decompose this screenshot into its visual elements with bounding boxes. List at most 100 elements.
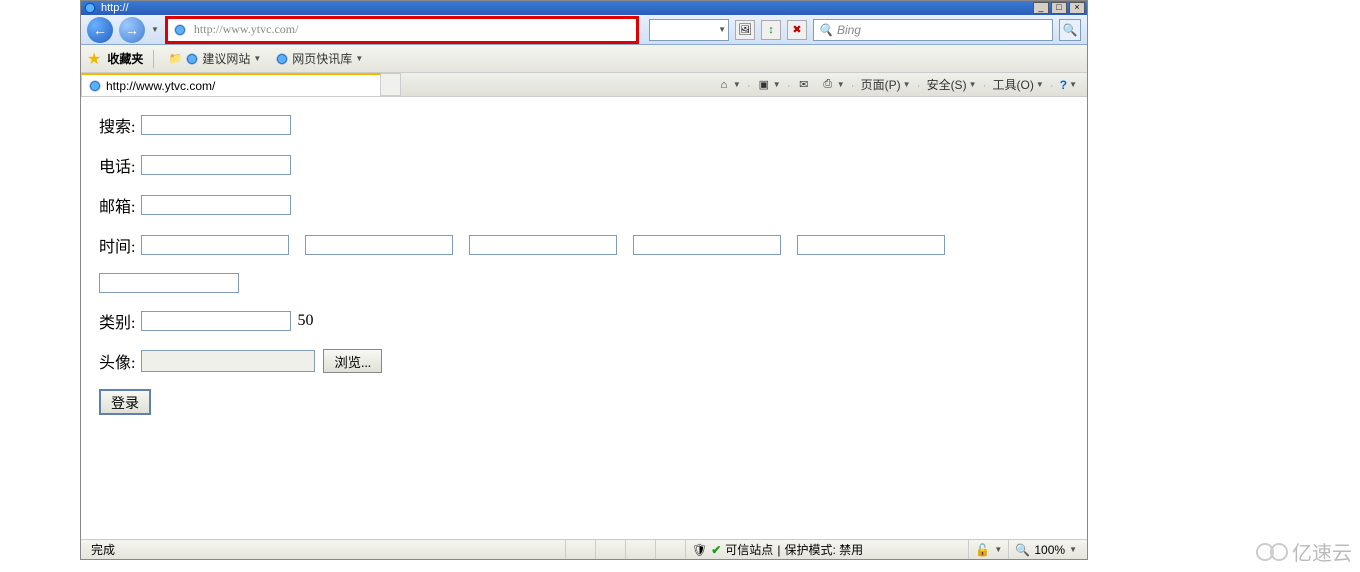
rss-button[interactable]: ▣▼ — [753, 76, 785, 94]
title-text: http:// — [101, 2, 129, 14]
menu-label: 页面(P) — [861, 76, 901, 93]
favorites-star-icon[interactable]: ★ — [87, 49, 101, 69]
shield-icon: 🛡 — [692, 543, 707, 557]
forward-button[interactable]: → — [119, 17, 145, 43]
chevron-down-icon: ▼ — [253, 54, 261, 63]
fav-item-label: 网页快讯库 — [292, 50, 352, 67]
label-search: 搜索: — [99, 113, 135, 137]
file-upload: 浏览... — [141, 349, 382, 373]
tab-title: http://www.ytvc.com/ — [106, 79, 215, 93]
zoom-value: 100% — [1034, 543, 1065, 557]
browse-button[interactable]: 浏览... — [323, 349, 382, 373]
address-input[interactable] — [192, 19, 636, 41]
home-icon: ⌂ — [717, 78, 731, 92]
maximize-button[interactable]: □ — [1051, 2, 1067, 14]
ie-logo-icon — [83, 1, 97, 15]
chevron-down-icon: ▼ — [1069, 545, 1077, 554]
page-menu[interactable]: 页面(P) ▼ — [857, 74, 915, 95]
page-icon — [172, 22, 188, 38]
new-tab-button[interactable] — [381, 73, 401, 96]
label-avatar: 头像: — [99, 349, 135, 373]
window-buttons: _ □ × — [1033, 2, 1085, 14]
status-empty-4 — [655, 540, 685, 559]
folder-icon: 📁 — [168, 52, 182, 66]
refresh-icon[interactable]: ↕ — [761, 20, 781, 40]
row-time: 时间: — [99, 233, 1069, 257]
row-search: 搜索: — [99, 113, 1069, 137]
title-bar: http:// _ □ × — [81, 1, 1087, 15]
status-empty-1 — [565, 540, 595, 559]
status-done: 完成 — [85, 540, 565, 559]
ie-icon — [88, 79, 102, 93]
search-icon: 🔍 — [818, 23, 833, 37]
trusted-text: 可信站点 — [725, 541, 773, 558]
fav-web-slices[interactable]: 网页快讯库 ▼ — [271, 48, 367, 69]
page-content: 搜索: 电话: 邮箱: 时间: 类别: 50 头像: — [81, 97, 1087, 539]
chevron-down-icon: ▼ — [355, 54, 363, 63]
category-suffix: 50 — [297, 312, 313, 330]
print-icon: ⎙ — [821, 78, 835, 92]
favorites-label: 收藏夹 — [107, 50, 143, 67]
print-button[interactable]: ⎙▼ — [817, 76, 849, 94]
input-time-1[interactable] — [141, 235, 289, 255]
nav-history-dropdown[interactable]: ▼ — [151, 25, 159, 34]
status-popup[interactable]: 🔓▼ — [968, 540, 1008, 559]
input-time-4[interactable] — [633, 235, 781, 255]
fav-suggested-sites[interactable]: 📁 建议网站 ▼ — [164, 48, 265, 69]
tab-active[interactable]: http://www.ytvc.com/ — [81, 73, 381, 96]
watermark: 亿速云 — [1256, 537, 1352, 566]
stop-icon[interactable]: ✖ — [787, 20, 807, 40]
zoom-icon: 🔍 — [1015, 543, 1030, 557]
fav-item-label: 建议网站 — [202, 50, 250, 67]
row-category: 类别: 50 — [99, 309, 1069, 333]
compat-view-icon[interactable]: 🖼 — [735, 20, 755, 40]
submit-button[interactable]: 登录 — [99, 389, 151, 415]
row-phone: 电话: — [99, 153, 1069, 177]
label-email: 邮箱: — [99, 193, 135, 217]
menu-label: 工具(O) — [992, 76, 1033, 93]
nav-bar: ← → ▼ ▼ 🖼 ↕ ✖ 🔍 Bing 🔍 — [81, 15, 1087, 45]
label-time: 时间: — [99, 233, 135, 257]
check-icon: ✔ — [711, 543, 721, 557]
separator — [153, 50, 154, 68]
help-icon: ? — [1060, 78, 1067, 92]
ie-window: http:// _ □ × ← → ▼ ▼ 🖼 ↕ ✖ 🔍 Bing 🔍 ★ 收… — [80, 0, 1088, 560]
input-time-5[interactable] — [797, 235, 945, 255]
input-search[interactable] — [141, 115, 291, 135]
status-empty-2 — [595, 540, 625, 559]
row-avatar: 头像: 浏览... — [99, 349, 1069, 373]
search-go-button[interactable]: 🔍 — [1059, 19, 1081, 41]
separator: | — [777, 543, 780, 557]
row-email: 邮箱: — [99, 193, 1069, 217]
status-bar: 完成 🛡 ✔ 可信站点 | 保护模式: 禁用 🔓▼ 🔍 100% ▼ — [81, 539, 1087, 559]
command-bar: ⌂▼ · ▣▼ · ✉ ⎙▼ · 页面(P) ▼ · 安全(S) ▼ · 工具(… — [713, 73, 1087, 96]
close-button[interactable]: × — [1069, 2, 1085, 14]
minimize-button[interactable]: _ — [1033, 2, 1049, 14]
search-placeholder: Bing — [837, 23, 861, 37]
status-zoom[interactable]: 🔍 100% ▼ — [1008, 540, 1083, 559]
input-phone[interactable] — [141, 155, 291, 175]
row-submit: 登录 — [99, 389, 1069, 415]
safety-menu[interactable]: 安全(S) ▼ — [923, 74, 981, 95]
search-box[interactable]: 🔍 Bing — [813, 19, 1053, 41]
mail-icon: ✉ — [797, 78, 811, 92]
watermark-text: 亿速云 — [1292, 537, 1352, 566]
home-button[interactable]: ⌂▼ — [713, 76, 745, 94]
input-time-2[interactable] — [305, 235, 453, 255]
tools-menu[interactable]: 工具(O) ▼ — [988, 74, 1047, 95]
status-zone: 🛡 ✔ 可信站点 | 保护模式: 禁用 — [685, 540, 968, 559]
address-dropdown[interactable]: ▼ — [649, 19, 729, 41]
back-button[interactable]: ← — [87, 17, 113, 43]
address-bar-highlighted — [165, 16, 639, 44]
file-path-display[interactable] — [141, 350, 315, 372]
help-button[interactable]: ?▼ — [1056, 76, 1081, 94]
menu-label: 安全(S) — [927, 76, 967, 93]
input-extra[interactable] — [99, 273, 239, 293]
status-empty-3 — [625, 540, 655, 559]
input-category[interactable] — [141, 311, 291, 331]
tab-bar: http://www.ytvc.com/ ⌂▼ · ▣▼ · ✉ ⎙▼ · 页面… — [81, 73, 1087, 97]
input-email[interactable] — [141, 195, 291, 215]
mail-button[interactable]: ✉ — [793, 76, 815, 94]
favorites-bar: ★ 收藏夹 📁 建议网站 ▼ 网页快讯库 ▼ — [81, 45, 1087, 73]
input-time-3[interactable] — [469, 235, 617, 255]
